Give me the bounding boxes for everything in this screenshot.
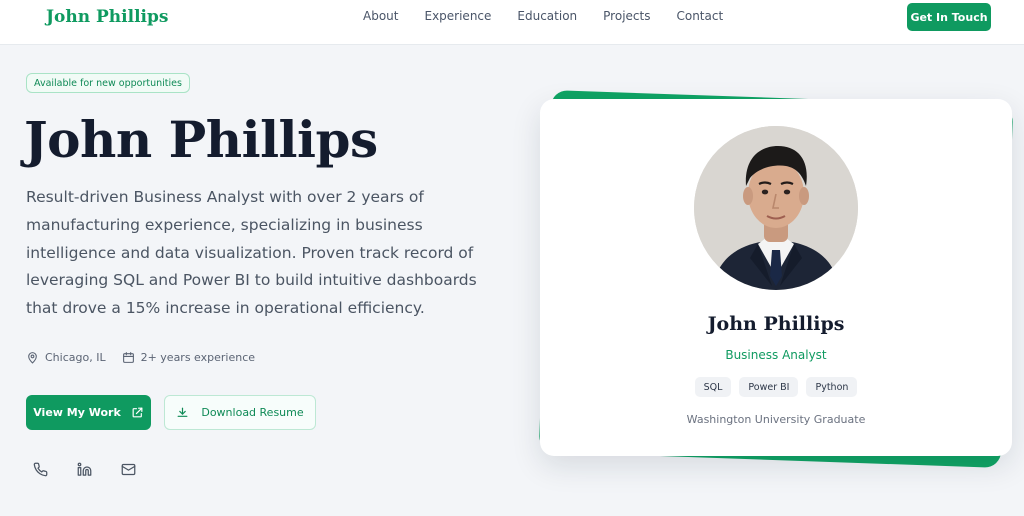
availability-badge: Available for new opportunities — [26, 73, 190, 93]
nav-link-contact[interactable]: Contact — [676, 9, 723, 23]
location-text: Chicago, IL — [45, 351, 106, 364]
hero-meta: Chicago, IL 2+ years experience — [26, 351, 271, 364]
card-name: John Phillips — [707, 313, 845, 335]
experience-info: 2+ years experience — [122, 351, 255, 364]
download-resume-label: Download Resume — [201, 406, 304, 419]
location-info: Chicago, IL — [26, 351, 106, 364]
card-education: Washington University Graduate — [686, 413, 866, 426]
profile-card: John Phillips Business Analyst SQL Power… — [540, 99, 1012, 456]
nav-links: About Experience Education Projects Cont… — [363, 9, 749, 23]
profile-avatar — [694, 126, 858, 290]
card-role: Business Analyst — [725, 348, 827, 362]
skill-tag-python: Python — [806, 377, 858, 397]
view-my-work-label: View My Work — [33, 406, 121, 419]
view-my-work-button[interactable]: View My Work — [26, 395, 151, 430]
skill-tags: SQL Power BI Python — [540, 377, 1012, 397]
skill-tag-sql: SQL — [694, 377, 732, 397]
social-links — [33, 462, 136, 477]
nav-link-about[interactable]: About — [363, 9, 398, 23]
linkedin-icon[interactable] — [77, 462, 92, 477]
top-navbar: John Phillips About Experience Education… — [0, 0, 1024, 45]
map-pin-icon — [28, 352, 37, 364]
external-link-icon — [132, 407, 143, 418]
skill-tag-powerbi: Power BI — [739, 377, 799, 397]
calendar-icon — [122, 352, 134, 363]
nav-link-projects[interactable]: Projects — [603, 9, 650, 23]
download-icon — [177, 407, 188, 417]
nav-link-experience[interactable]: Experience — [424, 9, 491, 23]
phone-icon[interactable] — [33, 462, 48, 477]
get-in-touch-button[interactable]: Get In Touch — [907, 3, 991, 31]
experience-text: 2+ years experience — [140, 351, 256, 364]
hero-description: Result-driven Business Analyst with over… — [26, 188, 477, 318]
mail-icon[interactable] — [121, 462, 136, 477]
download-resume-button[interactable]: Download Resume — [164, 395, 316, 430]
brand-logo[interactable]: John Phillips — [46, 7, 168, 27]
nav-link-education[interactable]: Education — [517, 9, 577, 23]
hero-title: John Phillips — [24, 110, 378, 169]
